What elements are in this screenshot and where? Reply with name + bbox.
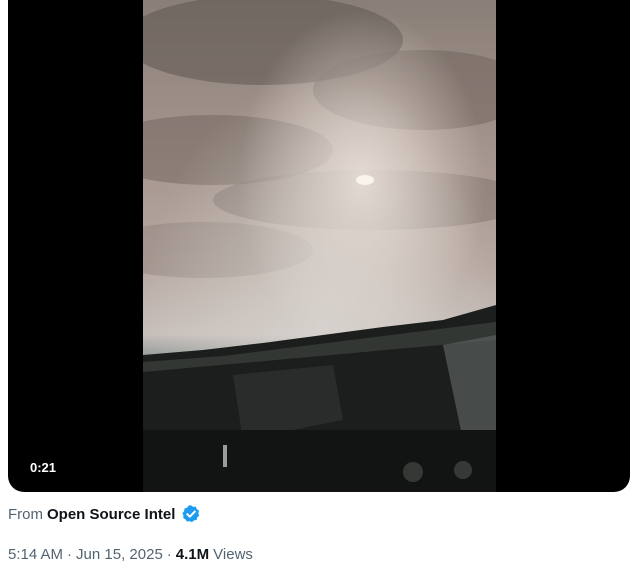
verified-check-icon [181,504,201,524]
views-count: 4.1M [175,546,210,563]
source-account-link[interactable]: Open Source Intel [47,506,175,523]
meta-separator: · [67,546,73,563]
source-attribution: From Open Source Intel [8,504,201,524]
post-time-link[interactable]: 5:14 AM [8,546,63,563]
video-player[interactable]: 0:21 [8,0,630,492]
source-prefix: From [8,505,43,523]
views-label: Views [213,546,253,563]
video-duration-badge: 0:21 [22,457,65,479]
meta-separator: · [166,546,172,563]
video-frame[interactable] [143,0,496,492]
post-meta: 5:14 AM · Jun 15, 2025 · 4.1M Views [8,546,253,563]
post-date-link[interactable]: Jun 15, 2025 [76,546,163,563]
night-sky-scene [143,0,496,492]
